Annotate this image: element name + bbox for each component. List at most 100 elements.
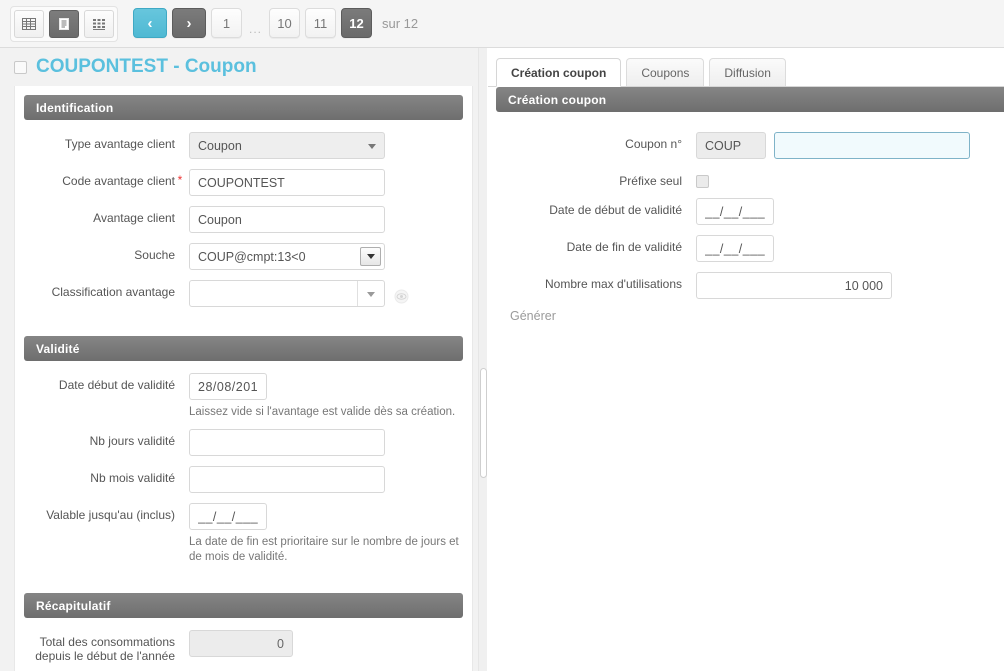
field-label: Nb mois validité	[90, 471, 175, 485]
section-header-identification: Identification	[24, 95, 463, 120]
valable-jusquau-input[interactable]	[189, 503, 267, 530]
field-control	[696, 272, 892, 299]
field-classification-avantage: Classification avantage	[15, 280, 472, 307]
field-control	[696, 235, 774, 262]
field-label: Valable jusqu'au (inclus)	[46, 508, 175, 522]
date-debut-validite-input[interactable]	[189, 373, 267, 400]
field-nombre-max-utilisations: Nombre max d'utilisations	[496, 272, 1004, 299]
page-button-10[interactable]: 10	[269, 8, 301, 38]
avantage-client-input[interactable]	[189, 206, 385, 233]
field-control	[189, 206, 385, 233]
field-control: COUP@cmpt:13<0	[189, 243, 385, 270]
hint-valable-jusquau: La date de fin est prioritaire sur le no…	[189, 536, 459, 563]
page-button-11[interactable]: 11	[305, 8, 337, 38]
generer-link[interactable]: Générer	[510, 309, 1004, 323]
type-avantage-client-select[interactable]: Coupon	[189, 132, 385, 159]
field-control	[189, 280, 409, 307]
combo-value: COUP@cmpt:13<0	[198, 249, 306, 264]
field-date-debut-validite-coupon: Date de début de validité	[496, 198, 1004, 225]
right-detail-panel: Création coupon Coupons Diffusion Créati…	[488, 48, 1004, 671]
select-value: Coupon	[198, 138, 242, 153]
left-panel-scrollbar[interactable]	[478, 48, 487, 671]
prev-page-button[interactable]: ‹	[133, 8, 167, 38]
required-asterisk: *	[177, 173, 183, 187]
field-control	[189, 429, 385, 456]
page-title: COUPONTEST - Coupon	[36, 56, 257, 77]
field-label: Nb jours validité	[89, 434, 175, 448]
field-type-avantage-client: Type avantage client Coupon	[15, 132, 472, 159]
field-avantage-client: Avantage client	[15, 206, 472, 233]
field-label: Avantage client	[93, 211, 175, 225]
identification-fields: Type avantage client Coupon Code avantag…	[15, 120, 472, 327]
document-icon	[56, 16, 72, 32]
next-page-button[interactable]: ›	[172, 8, 206, 38]
field-label: Code avantage client	[62, 174, 175, 188]
left-record-panel: COUPONTEST - Coupon Identification Type …	[0, 48, 487, 671]
field-label: Total des consommations depuis le début …	[35, 635, 175, 663]
tab-bar: Création coupon Coupons Diffusion	[488, 58, 1004, 87]
table-icon	[21, 16, 37, 32]
souche-dropdown-button[interactable]	[360, 247, 381, 266]
validite-fields: Date début de validité Laissez vide si l…	[15, 361, 472, 584]
page-total-label: sur 12	[382, 15, 419, 31]
right-form-card: Création coupon Coupon n° Préfixe seul D…	[496, 87, 1004, 323]
page-button-1[interactable]: 1	[211, 8, 242, 38]
field-total-consommations: Total des consommations depuis le début …	[15, 630, 472, 663]
field-souche: Souche COUP@cmpt:13<0	[15, 243, 472, 270]
field-control	[696, 198, 774, 225]
tab-coupons[interactable]: Coupons	[626, 58, 705, 86]
field-prefixe-seul: Préfixe seul	[496, 169, 1004, 188]
classification-avantage-combo[interactable]	[189, 280, 385, 307]
tab-diffusion[interactable]: Diffusion	[709, 58, 786, 86]
field-valable-jusquau: Valable jusqu'au (inclus)	[15, 503, 472, 530]
record-select-checkbox[interactable]	[14, 60, 27, 74]
field-label: Date de début de validité	[549, 203, 682, 217]
table-view-button[interactable]	[14, 10, 44, 38]
field-control	[696, 169, 709, 188]
chevron-down-icon	[367, 291, 375, 297]
field-nb-mois-validite: Nb mois validité	[15, 466, 472, 493]
field-label: Préfixe seul	[619, 174, 682, 188]
nb-mois-validite-input[interactable]	[189, 466, 385, 493]
form-view-button[interactable]	[49, 10, 79, 38]
pagination-ellipsis: ...	[249, 22, 263, 36]
tab-creation-coupon[interactable]: Création coupon	[496, 58, 622, 87]
nb-jours-validite-input[interactable]	[189, 429, 385, 456]
nombre-max-utilisations-input[interactable]	[696, 272, 892, 299]
field-nb-jours-validite: Nb jours validité	[15, 429, 472, 456]
field-control	[189, 466, 385, 493]
pagination: ‹ › 1 ... 10 11 12 sur 12	[133, 6, 418, 40]
field-date-debut-validite: Date début de validité	[15, 373, 472, 400]
hint-date-debut-validite: Laissez vide si l'avantage est valide dè…	[189, 406, 456, 418]
code-avantage-client-input[interactable]	[189, 169, 385, 196]
souche-combo[interactable]: COUP@cmpt:13<0	[189, 243, 385, 270]
date-debut-validite-coupon-input[interactable]	[696, 198, 774, 225]
divider	[357, 281, 358, 306]
view-mode-group	[10, 6, 118, 42]
field-code-avantage-client: Code avantage client *	[15, 169, 472, 196]
recapitulatif-fields: Total des consommations depuis le début …	[15, 618, 472, 671]
field-control	[696, 132, 970, 159]
record-title-bar: COUPONTEST - Coupon	[0, 48, 486, 86]
field-label: Nombre max d'utilisations	[544, 277, 682, 291]
page-button-12-current[interactable]: 12	[341, 8, 373, 38]
scrollbar-thumb[interactable]	[480, 368, 487, 478]
field-control: Coupon	[189, 132, 385, 159]
total-consommations-value	[189, 630, 293, 657]
field-control	[189, 630, 293, 657]
eye-icon[interactable]	[394, 289, 409, 304]
field-date-fin-validite-coupon: Date de fin de validité	[496, 235, 1004, 262]
prefixe-seul-checkbox[interactable]	[696, 175, 709, 188]
field-control	[189, 503, 267, 530]
field-label: Date de fin de validité	[566, 240, 682, 254]
field-label: Classification avantage	[51, 285, 175, 299]
field-control	[189, 373, 267, 400]
tile-view-button[interactable]	[84, 10, 114, 38]
section-header-recapitulatif: Récapitulatif	[24, 593, 463, 618]
field-label: Date début de validité	[58, 378, 175, 392]
coupon-prefix-input	[696, 132, 766, 159]
chevron-down-icon	[368, 143, 376, 149]
coupon-numero-input[interactable]	[774, 132, 970, 159]
date-fin-validite-coupon-input[interactable]	[696, 235, 774, 262]
creation-coupon-fields: Coupon n° Préfixe seul Date de début de …	[496, 112, 1004, 323]
